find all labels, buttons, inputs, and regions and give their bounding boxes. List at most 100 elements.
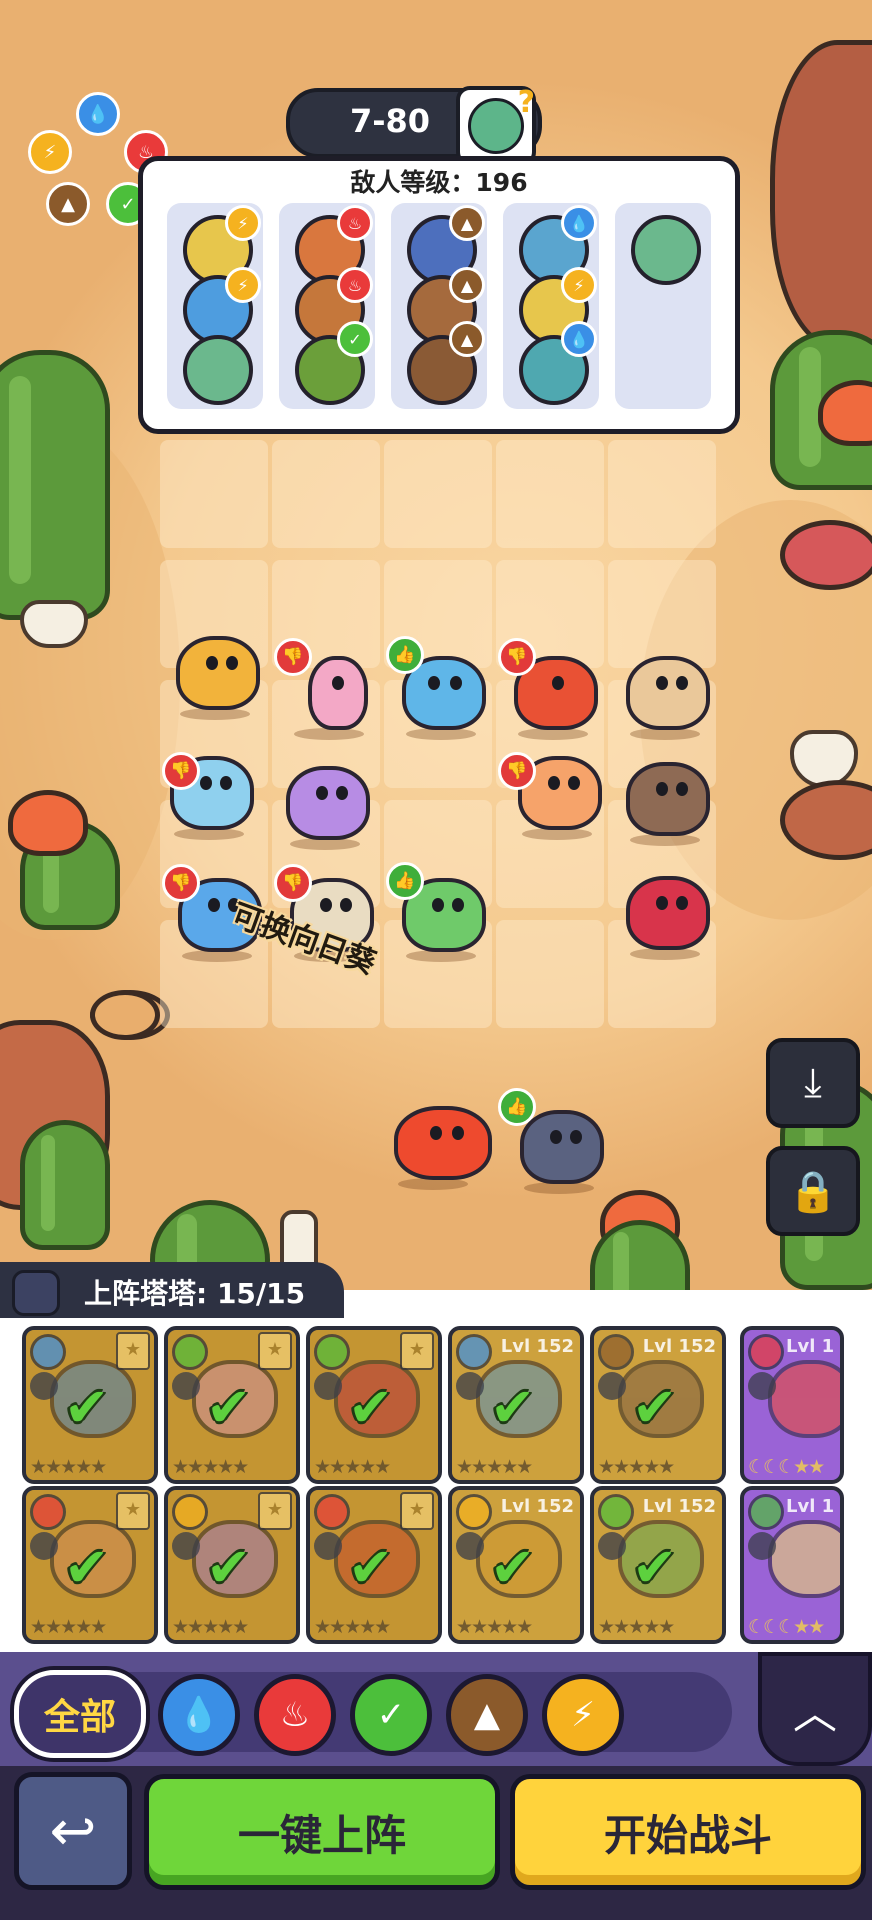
wave-column-4: 💧 ⚡ 💧 <box>503 203 599 409</box>
shield-icon <box>598 1372 626 1400</box>
star-rating: ★★★★★ <box>598 1456 675 1478</box>
hero-card[interactable]: Lvl 152 ✔ ★★★★★ <box>448 1326 584 1484</box>
hero-card[interactable]: ★ ✔ ★★★★★ <box>306 1326 442 1484</box>
element-filter-bar: 全部 💧 ♨ ✓ ▲ ⚡ ︿ <box>0 1652 872 1766</box>
hero-card[interactable]: Lvl 152 ✔ ★★★★★ <box>590 1326 726 1484</box>
stage-label: 7-80 <box>349 102 431 140</box>
grid-tile[interactable] <box>608 440 716 548</box>
lightning-icon <box>456 1494 492 1530</box>
leaf-icon <box>598 1494 634 1530</box>
earth-icon: ▲ <box>449 267 485 303</box>
water-icon: 💧 <box>177 1695 221 1735</box>
fire-icon: ♨ <box>337 267 373 303</box>
hero-card[interactable]: Lvl 1 ☾☾☾★★ <box>740 1326 844 1484</box>
grid-tile[interactable] <box>496 440 604 548</box>
purple-cat-unit[interactable] <box>276 760 372 850</box>
thumbs-up-icon: 👍 <box>498 1088 536 1126</box>
lightning-icon: ⚡ <box>28 130 72 174</box>
rose-plant-unit[interactable] <box>616 870 712 960</box>
leaf-icon <box>172 1334 208 1370</box>
boss-zombie-icon[interactable]: ? <box>456 85 536 166</box>
sword-icon <box>456 1532 484 1560</box>
fire-icon: ♨ <box>279 1695 311 1735</box>
cactus-decoration <box>20 1120 110 1250</box>
hero-card[interactable]: Lvl 1 ☾☾☾★★ <box>740 1486 844 1644</box>
grid-tile[interactable] <box>496 920 604 1028</box>
thumbs-down-icon: 👎 <box>498 752 536 790</box>
back-button[interactable]: ↩ <box>14 1772 132 1890</box>
hero-card[interactable]: ★ ✔ ★★★★★ <box>22 1486 158 1644</box>
bone-decoration <box>20 600 88 648</box>
fire-icon <box>314 1494 350 1530</box>
download-formation-button[interactable]: ⤓ <box>766 1038 860 1128</box>
thumbs-down-icon: 👎 <box>274 864 312 902</box>
lock-icon: 🔒 <box>788 1168 838 1215</box>
fire-icon: ♨ <box>337 205 373 241</box>
heal-icon <box>748 1532 776 1560</box>
filter-lightning-button[interactable]: ⚡ <box>542 1674 624 1756</box>
star-rating: ★★★★★ <box>598 1616 675 1638</box>
hero-card[interactable]: Lvl 152 ✔ ★★★★★ <box>590 1486 726 1644</box>
rock-pillar-decoration <box>770 40 872 350</box>
expand-roster-button[interactable]: ︿ <box>758 1652 872 1766</box>
star-rating: ★★★★★ <box>172 1616 249 1638</box>
wave-column-2: ♨ ♨ ✓ <box>279 203 375 409</box>
return-arrow-icon: ↩ <box>49 1798 97 1864</box>
thumbs-up-icon: 👍 <box>386 862 424 900</box>
robot-avatar-icon <box>12 1270 60 1316</box>
lightning-icon <box>172 1494 208 1530</box>
thumbs-down-icon: 👎 <box>162 864 200 902</box>
selected-check-icon: ✔ <box>64 1536 110 1599</box>
hero-card[interactable]: ★ ✔ ★★★★★ <box>22 1326 158 1484</box>
star-rating: ★★★★★ <box>172 1456 249 1478</box>
grid-tile[interactable] <box>384 440 492 548</box>
star-rating: ★★★★★ <box>456 1456 533 1478</box>
hero-card[interactable]: Lvl 152 ✔ ★★★★★ <box>448 1486 584 1644</box>
hero-card[interactable]: ★ ✔ ★★★★★ <box>164 1486 300 1644</box>
selected-check-icon: ✔ <box>64 1376 110 1439</box>
sword-icon <box>30 1372 58 1400</box>
sword-icon <box>314 1532 342 1560</box>
selected-check-icon: ✔ <box>206 1536 252 1599</box>
lock-formation-button[interactable]: 🔒 <box>766 1146 860 1236</box>
wave-column-3: ▲ ▲ ▲ <box>391 203 487 409</box>
filter-all-button[interactable]: 全部 <box>14 1670 146 1758</box>
red-rock-decoration <box>780 520 872 590</box>
fire-icon <box>748 1334 784 1370</box>
sword-icon <box>598 1532 626 1560</box>
selected-check-icon: ✔ <box>206 1376 252 1439</box>
wave-column-1: ⚡ ⚡ <box>167 203 263 409</box>
hedgehog-unit[interactable] <box>616 650 712 740</box>
lion-unit[interactable] <box>166 630 262 720</box>
hero-card[interactable]: ★ ✔ ★★★★★ <box>164 1326 300 1484</box>
green-zombie-enemy-icon[interactable] <box>631 215 701 285</box>
red-dragon-unit[interactable] <box>384 1100 494 1190</box>
lightning-icon: ⚡ <box>561 267 597 303</box>
roster-panel: ★ ✔ ★★★★★ ★ ✔ ★★★★★ ★ ✔ ★★★★★ Lvl 152 ✔ … <box>0 1290 872 1652</box>
heal-icon <box>30 1532 58 1560</box>
raccoon-gunner-unit[interactable] <box>616 756 712 846</box>
filter-leaf-button[interactable]: ✓ <box>350 1674 432 1756</box>
grid-tile[interactable] <box>272 440 380 548</box>
filter-fire-button[interactable]: ♨ <box>254 1674 336 1756</box>
bag-icon <box>456 1372 484 1400</box>
star-rating: ★★★★★ <box>314 1616 391 1638</box>
enemy-level-text: 敌人等级：196 <box>350 168 528 197</box>
thumbs-down-icon: 👎 <box>162 752 200 790</box>
grid-tile[interactable] <box>160 440 268 548</box>
earth-icon: ▲ <box>46 182 90 226</box>
earth-icon: ▲ <box>473 1695 501 1735</box>
green-zombie-enemy-icon[interactable] <box>183 335 253 405</box>
cactus-decoration <box>0 350 110 620</box>
auto-deploy-button[interactable]: 一键上阵 <box>144 1774 500 1890</box>
hero-card[interactable]: ★ ✔ ★★★★★ <box>306 1486 442 1644</box>
water-icon <box>30 1334 66 1370</box>
selected-check-icon: ✔ <box>490 1376 536 1439</box>
start-battle-button[interactable]: 开始战斗 <box>510 1774 866 1890</box>
action-bar: ↩ 一键上阵 开始战斗 <box>0 1766 872 1920</box>
chevron-up-icon: ︿ <box>793 1688 837 1739</box>
earth-icon: ▲ <box>449 321 485 357</box>
filter-earth-button[interactable]: ▲ <box>446 1674 528 1756</box>
selected-check-icon: ✔ <box>490 1536 536 1599</box>
filter-water-button[interactable]: 💧 <box>158 1674 240 1756</box>
